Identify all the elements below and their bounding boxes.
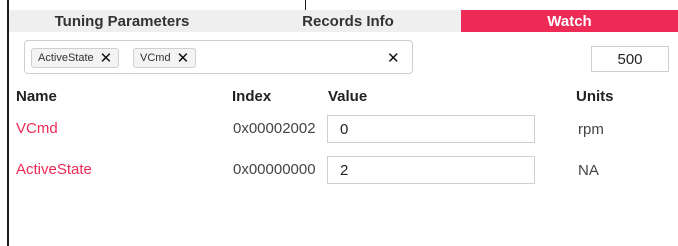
column-header-name: Name [16,88,57,105]
tab-watch[interactable]: Watch [461,10,678,32]
splitter-tick [305,0,306,10]
row-value-input[interactable] [327,115,535,143]
column-header-index: Index [232,88,272,105]
chip-vcmd: VCmd ✕ [133,48,197,68]
close-icon[interactable]: ✕ [177,51,190,66]
row-index: 0x00000000 [233,161,316,178]
tab-bar: Tuning Parameters Records Info Watch [9,10,678,32]
watch-filter-box[interactable]: ActiveState ✕ VCmd ✕ ✕ [24,40,413,74]
tab-tuning-parameters[interactable]: Tuning Parameters [9,10,235,32]
column-header-units: Units [576,88,614,105]
row-index: 0x00002002 [233,120,316,137]
panel-left-border [7,0,9,246]
row-units: rpm [578,121,604,138]
clear-all-icon[interactable]: ✕ [387,49,400,67]
row-units: NA [578,162,599,179]
column-header-value: Value [328,88,368,105]
row-name-activestate[interactable]: ActiveState [16,161,92,178]
tab-records-info[interactable]: Records Info [235,10,461,32]
chip-label: VCmd [140,52,171,64]
row-name-vcmd[interactable]: VCmd [16,120,58,137]
sample-count-input[interactable] [591,46,669,72]
chip-activestate: ActiveState ✕ [31,48,120,68]
close-icon[interactable]: ✕ [100,51,113,66]
row-value-input[interactable] [327,156,535,184]
chip-label: ActiveState [38,52,94,64]
watch-panel: Tuning Parameters Records Info Watch Act… [0,0,678,246]
